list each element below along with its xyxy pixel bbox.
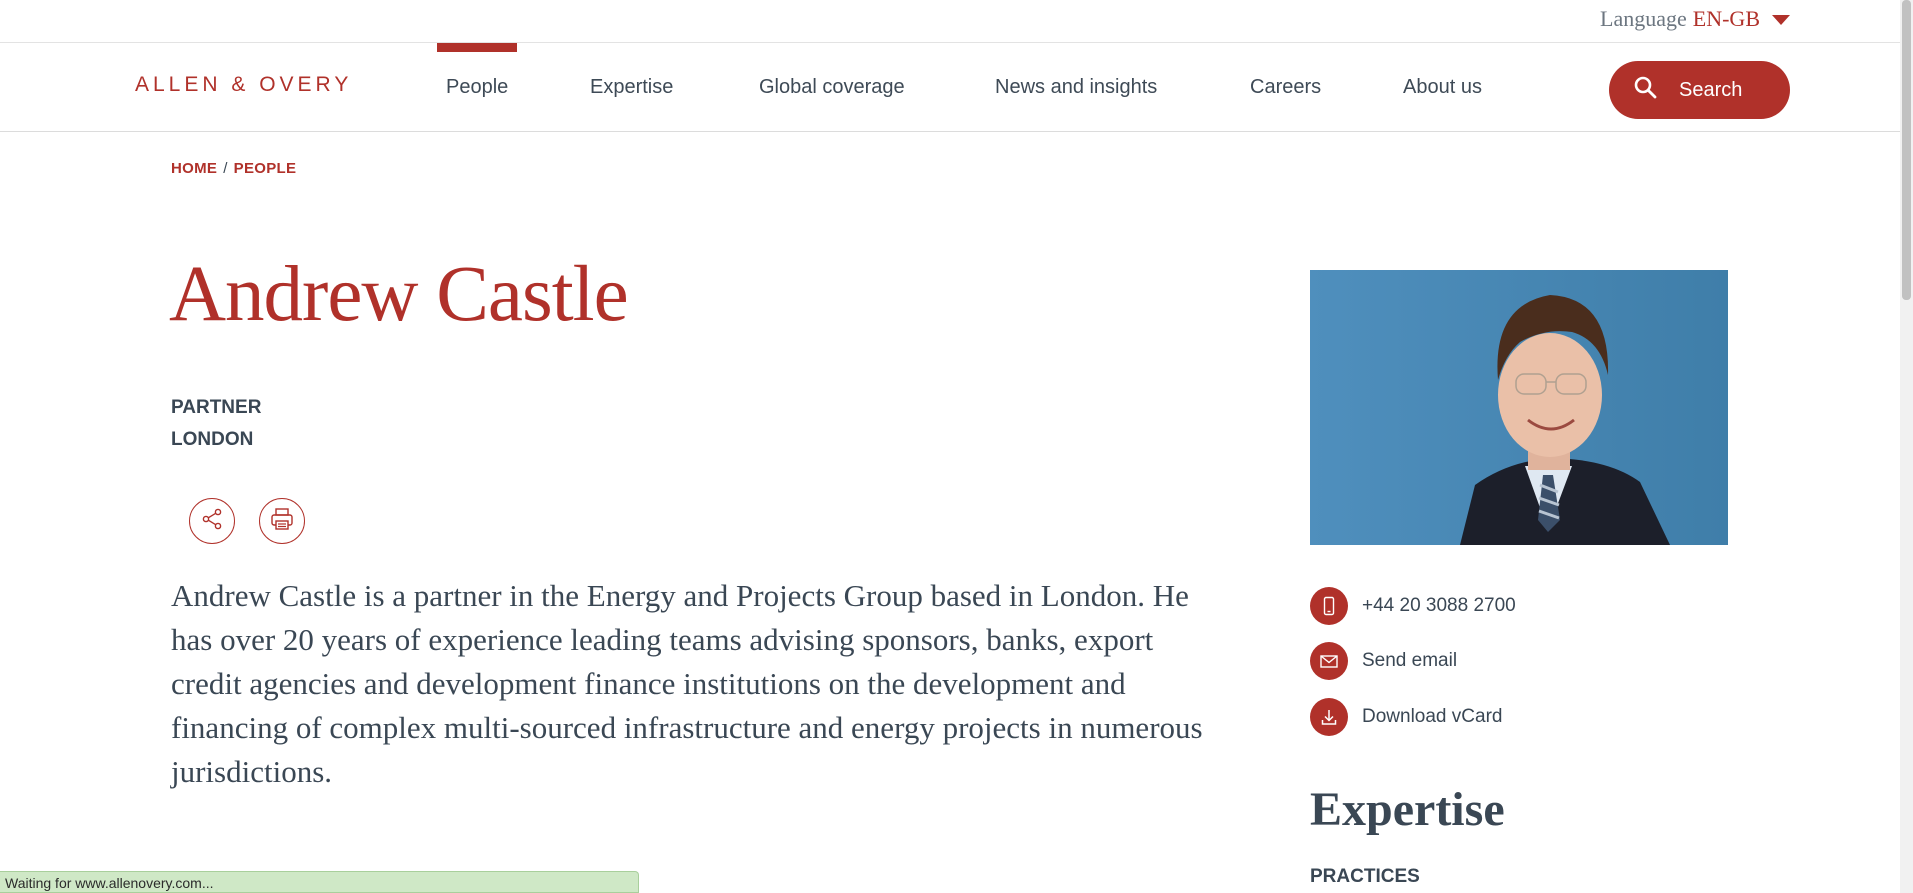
profile-bio: Andrew Castle is a partner in the Energy… xyxy=(171,578,1203,789)
nav-item-careers[interactable]: Careers xyxy=(1250,43,1321,131)
send-email-label: Send email xyxy=(1362,650,1458,671)
breadcrumb-separator: / xyxy=(223,160,228,177)
phone-icon xyxy=(1310,587,1348,625)
browser-status-bar: Waiting for www.allenovery.com... xyxy=(0,871,639,893)
breadcrumb-people-link[interactable]: PEOPLE xyxy=(234,160,297,177)
print-icon xyxy=(269,506,295,537)
nav-item-people[interactable]: People xyxy=(436,43,518,131)
email-icon xyxy=(1310,642,1348,680)
search-button[interactable]: Search xyxy=(1609,61,1790,119)
profile-location: LONDON xyxy=(171,429,254,450)
nav-item-about-us[interactable]: About us xyxy=(1403,43,1482,131)
language-value: EN-GB xyxy=(1692,6,1760,31)
phone-number: +44 20 3088 2700 xyxy=(1362,595,1516,616)
caret-down-icon xyxy=(1772,15,1790,25)
nav-item-news-and-insights[interactable]: News and insights xyxy=(995,43,1157,131)
profile-role: PARTNER LONDON xyxy=(171,392,261,456)
search-button-label: Search xyxy=(1679,78,1743,101)
breadcrumb: HOME / PEOPLE xyxy=(171,160,296,177)
profile-title: PARTNER xyxy=(171,397,262,418)
download-vcard-link[interactable]: Download vCard xyxy=(1310,698,1502,736)
main-nav: ALLEN & OVERY People Expertise Global co… xyxy=(0,43,1900,132)
practices-label: PRACTICES xyxy=(1310,866,1420,887)
profile-name: Andrew Castle xyxy=(169,251,629,338)
language-label: Language xyxy=(1600,6,1687,31)
nav-item-expertise[interactable]: Expertise xyxy=(590,43,673,131)
download-vcard-label: Download vCard xyxy=(1362,706,1503,727)
brand-logo[interactable]: ALLEN & OVERY xyxy=(135,73,352,97)
scrollbar-thumb[interactable] xyxy=(1902,0,1911,300)
phone-link[interactable]: +44 20 3088 2700 xyxy=(1310,587,1516,625)
nav-item-global-coverage[interactable]: Global coverage xyxy=(759,43,905,131)
send-email-link[interactable]: Send email xyxy=(1310,642,1457,680)
top-utility-bar: Language EN-GB xyxy=(0,0,1900,43)
page-scrollbar[interactable] xyxy=(1900,0,1913,893)
share-button[interactable] xyxy=(189,498,235,544)
download-icon xyxy=(1310,698,1348,736)
breadcrumb-home-link[interactable]: HOME xyxy=(171,160,217,177)
print-button[interactable] xyxy=(259,498,305,544)
expertise-heading: Expertise xyxy=(1310,783,1505,836)
language-selector[interactable]: Language EN-GB xyxy=(1600,6,1790,32)
profile-photo xyxy=(1310,270,1728,545)
search-icon xyxy=(1633,75,1657,105)
share-icon xyxy=(200,507,224,536)
